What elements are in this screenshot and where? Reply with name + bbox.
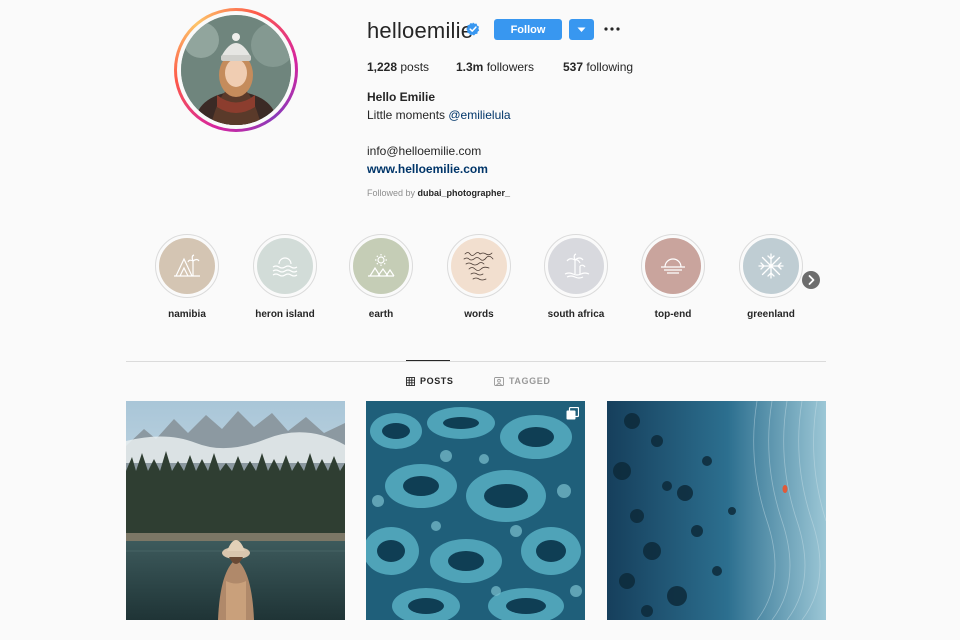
highlight-namibia[interactable]: namibia xyxy=(152,234,222,320)
tab-posts[interactable]: POSTS xyxy=(406,376,454,386)
profile-avatar-ring[interactable] xyxy=(174,8,298,132)
suggested-dropdown-button[interactable] xyxy=(569,19,594,40)
highlight-cover xyxy=(257,238,313,294)
waves-icon xyxy=(272,257,298,277)
post-thumbnail[interactable] xyxy=(366,401,585,620)
highlight-greenland[interactable]: greenland xyxy=(736,234,806,320)
highlight-ring xyxy=(155,234,219,298)
highlight-cover xyxy=(451,238,507,294)
handwriting-icon xyxy=(463,252,494,281)
avatar-photo xyxy=(181,15,291,125)
highlight-ring xyxy=(253,234,317,298)
highlight-ring xyxy=(349,234,413,298)
highlight-words[interactable]: words xyxy=(444,234,514,320)
highlight-label: greenland xyxy=(747,309,795,320)
highlight-label: south africa xyxy=(547,309,605,320)
carousel-multiple-icon xyxy=(566,407,579,420)
following-count-value: 537 xyxy=(563,60,584,74)
sunset-icon xyxy=(661,258,685,274)
followers-link[interactable]: 1.3m followers xyxy=(456,60,534,74)
highlight-ring xyxy=(447,234,511,298)
highlight-label: namibia xyxy=(168,309,206,320)
avatar[interactable] xyxy=(181,15,291,125)
posts-count: 1,228 posts xyxy=(367,60,429,74)
post-image-lake xyxy=(126,401,345,620)
posts-count-value: 1,228 xyxy=(367,60,398,74)
following-link[interactable]: 537 following xyxy=(563,60,633,74)
highlight-label: heron island xyxy=(255,309,315,320)
tabs-divider xyxy=(126,361,826,362)
bio-mention-link[interactable]: @emilielula xyxy=(448,108,510,122)
highlight-cover xyxy=(353,238,409,294)
palm-icon xyxy=(564,253,590,279)
highlights-next-button[interactable] xyxy=(802,271,820,289)
highlight-ring xyxy=(544,234,608,298)
highlight-ring xyxy=(641,234,705,298)
highlight-top-end[interactable]: top-end xyxy=(638,234,708,320)
followed-by-prefix: Followed by xyxy=(367,188,418,198)
highlight-cover xyxy=(548,238,604,294)
more-dots-icon xyxy=(604,27,620,31)
profile-website-link[interactable]: www.helloemilie.com xyxy=(367,162,488,176)
follow-button[interactable]: Follow xyxy=(494,19,562,40)
highlight-cover xyxy=(743,238,799,294)
followers-count-value: 1.3m xyxy=(456,60,484,74)
tree-icon xyxy=(174,254,200,277)
profile-username: helloemilie xyxy=(367,18,474,43)
followed-by-user-link[interactable]: dubai_photographer_ xyxy=(418,188,511,198)
verified-badge-icon xyxy=(466,22,480,36)
following-count-label: following xyxy=(586,60,634,74)
followed-by: Followed by dubai_photographer_ xyxy=(367,188,510,198)
profile-bio: Little moments @emilielula xyxy=(367,108,511,122)
chevron-right-icon xyxy=(808,275,815,285)
caret-down-icon xyxy=(577,27,586,32)
tab-posts-label: POSTS xyxy=(420,376,454,386)
highlight-cover xyxy=(645,238,701,294)
profile-full-name: Hello Emilie xyxy=(367,90,436,104)
tagged-user-icon xyxy=(494,376,504,386)
more-options-button[interactable] xyxy=(602,18,622,40)
bio-text: Little moments xyxy=(367,108,449,122)
highlight-label: words xyxy=(464,309,494,320)
highlight-label: earth xyxy=(368,309,394,320)
highlight-south-africa[interactable]: south africa xyxy=(541,234,611,320)
tab-tagged-label: TAGGED xyxy=(509,376,551,386)
post-thumbnail[interactable] xyxy=(607,401,826,620)
followers-count-label: followers xyxy=(486,60,535,74)
post-thumbnail[interactable] xyxy=(126,401,345,620)
post-image-reef xyxy=(366,401,585,620)
snowflake-icon xyxy=(758,253,784,279)
posts-count-label: posts xyxy=(400,60,430,74)
sun-landscape-icon xyxy=(368,254,395,277)
tab-tagged[interactable]: TAGGED xyxy=(494,376,550,386)
profile-email: info@helloemilie.com xyxy=(367,144,482,158)
highlight-earth[interactable]: earth xyxy=(346,234,416,320)
active-tab-indicator xyxy=(406,360,450,361)
post-image-ocean xyxy=(607,401,826,620)
highlight-cover xyxy=(159,238,215,294)
highlight-heron-island[interactable]: heron island xyxy=(250,234,320,320)
grid-icon xyxy=(406,376,415,386)
highlight-ring xyxy=(739,234,803,298)
highlight-label: top-end xyxy=(654,309,692,320)
